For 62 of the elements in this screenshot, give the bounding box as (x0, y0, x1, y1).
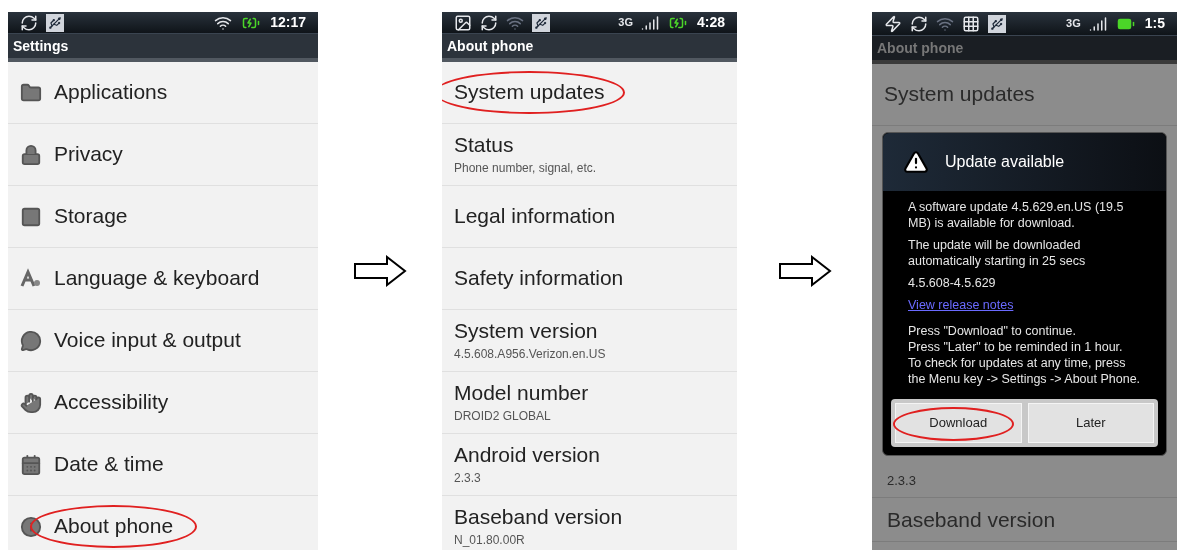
row-title: Model number (454, 381, 589, 404)
row-subtitle: N_01.80.00R (454, 532, 526, 549)
row-title: Baseband version (887, 507, 1056, 531)
picture-icon (454, 13, 472, 32)
network-type: 3G (1066, 18, 1081, 29)
dialog-text: To check for updates at any time, press the Menu key -> Settings -> About Phone. (908, 355, 1141, 387)
clock-time: 1:5 (1144, 14, 1165, 33)
dialog-button[interactable]: Download (895, 403, 1022, 443)
dialog-text: The update will be downloaded automatically starting in 25 secs (908, 237, 1087, 269)
row-title: Baseband version (454, 505, 623, 528)
row-title: Storage (54, 204, 128, 227)
row-title: Legal information (454, 204, 616, 227)
dialog-text: 4.5.608-4.5.629 (908, 275, 997, 291)
row-title: About phone (54, 514, 174, 537)
row-title: System updates (884, 82, 1035, 105)
release-notes-link[interactable]: View release notes (908, 297, 1014, 313)
clock-time: 4:28 (696, 13, 725, 32)
row-title: Applications (54, 80, 168, 103)
row-subtitle: DROID2 GLOBAL (454, 408, 552, 425)
row-title: System updates (454, 80, 605, 103)
warning-icon (903, 149, 929, 175)
sync-icon (480, 13, 498, 32)
row-subtitle: 2.3.3 (887, 472, 916, 488)
signal-icon (1088, 14, 1107, 33)
speech-bubble-icon (20, 329, 42, 352)
screen-title: Settings (13, 36, 69, 56)
row-subtitle: 2.3.3 (454, 470, 482, 487)
dialog-button[interactable]: Later (1027, 403, 1154, 443)
grid-icon (962, 14, 980, 33)
row-title: Language & keyboard (54, 266, 260, 289)
lightning-icon (884, 14, 902, 33)
row-title: System version (454, 319, 598, 342)
dialog-text: A software update 4.5.629.en.US (19.5 MB) is available for download. (908, 199, 1125, 231)
row-title: Voice input & output (54, 328, 241, 351)
sync-icon (20, 13, 38, 32)
row-title: Accessibility (54, 390, 169, 413)
usb-icon (532, 13, 550, 32)
clock-time: 12:17 (270, 13, 306, 32)
lock-icon (20, 143, 42, 166)
square-icon (20, 205, 42, 228)
row-title: Safety information (454, 266, 624, 289)
row-title: Date & time (54, 452, 164, 475)
usb-icon (46, 13, 64, 32)
sync-icon (910, 14, 928, 33)
folder-icon (20, 81, 42, 104)
hand-icon (20, 391, 42, 414)
right-arrow-icon (777, 255, 832, 287)
calendar-icon (20, 453, 42, 476)
usb-icon (988, 14, 1006, 33)
screen-title: About phone (877, 38, 964, 58)
right-arrow-icon (353, 255, 407, 287)
network-type: 3G (618, 17, 633, 28)
row-title: Status (454, 133, 514, 156)
dialog-text: Press "Later" to be reminded in 1 hour. (908, 339, 1124, 355)
signal-icon (640, 13, 659, 32)
dialog-text: Press "Download" to continue. (908, 323, 1077, 339)
row-subtitle: Phone number, signal, etc. (454, 160, 597, 177)
screen-title: About phone (447, 36, 534, 56)
dialog-title: Update available (945, 152, 1065, 172)
row-subtitle: 4.5.608.A956.Verizon.en.US (454, 346, 606, 363)
row-title: Android version (454, 443, 600, 466)
row-title: Privacy (54, 142, 123, 165)
